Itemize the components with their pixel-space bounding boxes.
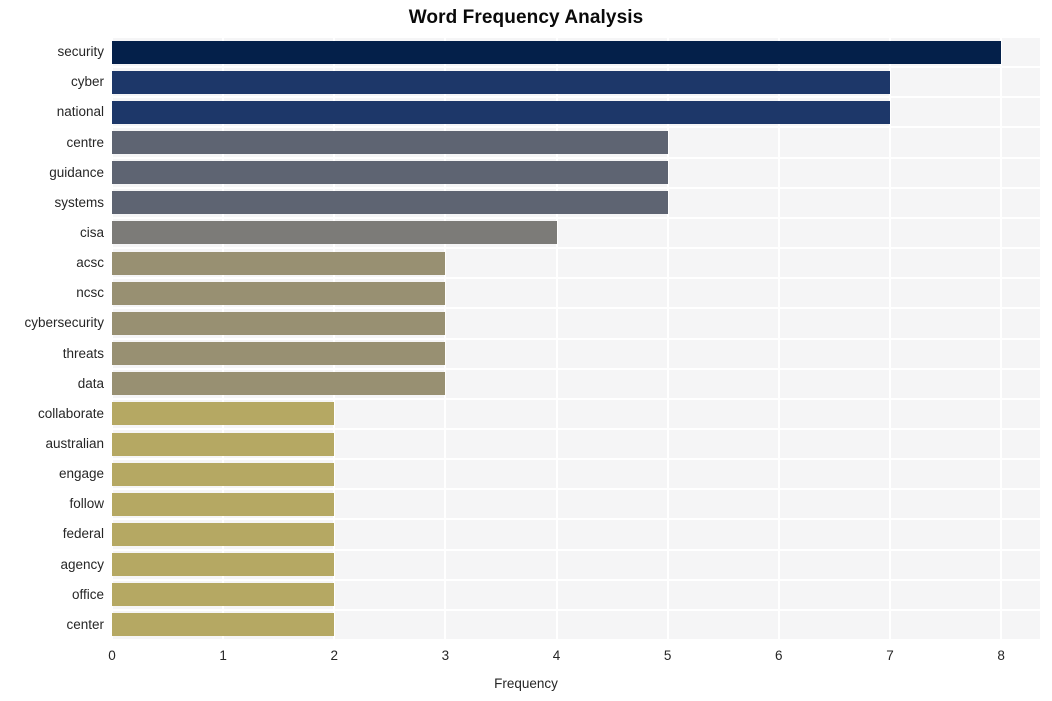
x-axis-title: Frequency [494,676,558,691]
bar[interactable] [112,161,668,185]
bar[interactable] [112,221,557,245]
y-tick-label: center [66,616,104,632]
y-tick-label: follow [69,496,104,512]
y-tick-label: security [57,44,104,60]
bar[interactable] [112,372,446,396]
x-tick-label: 2 [330,648,339,663]
y-tick-label: collaborate [37,405,104,421]
bar[interactable] [112,131,668,155]
x-tick-label: 1 [219,648,227,663]
bar[interactable] [112,191,668,215]
bar[interactable] [112,342,446,366]
y-tick-label: systems [54,194,104,210]
y-tick-label: data [77,375,104,391]
bar[interactable] [112,613,335,637]
bar[interactable] [112,583,335,607]
bar[interactable] [112,492,335,516]
x-tick-label: 7 [886,648,894,663]
bar[interactable] [112,522,335,546]
y-tick-label: australian [45,436,104,452]
y-tick-label: cyber [70,74,104,90]
y-axis-labels: security cyber national centre guidance syste… [0,37,104,640]
bar[interactable] [112,251,446,275]
plot-area [111,36,1040,641]
y-tick-label: guidance [49,164,104,180]
x-tick-label: 6 [775,648,783,663]
bar[interactable] [112,40,1002,64]
y-tick-label: threats [62,345,104,361]
bar[interactable] [112,70,890,94]
bar[interactable] [112,553,335,577]
bar[interactable] [112,281,446,305]
bar[interactable] [112,311,446,335]
y-tick-label: cisa [79,224,104,240]
x-axis-tick-labels: 0 1 2 3 4 5 6 7 8 [108,648,1040,668]
x-tick-label: 8 [997,648,1005,663]
x-tick-label: 0 [108,648,116,663]
y-tick-label: office [71,586,104,602]
bars-layer [112,37,1040,640]
y-tick-label: agency [60,556,104,572]
y-tick-label: acsc [76,255,104,271]
bar[interactable] [112,100,890,124]
x-tick-label: 3 [441,648,450,663]
y-tick-label: engage [58,466,104,482]
chart-title: Word Frequency Analysis [408,7,644,28]
x-tick-label: 5 [663,648,672,663]
y-tick-label: federal [62,526,104,542]
y-tick-label: ncsc [76,285,104,301]
y-tick-label: centre [66,134,104,150]
y-tick-label: national [56,104,104,120]
bar[interactable] [112,462,335,486]
bar[interactable] [112,402,335,426]
bar[interactable] [112,432,335,456]
x-tick-label: 4 [552,648,561,663]
y-tick-label: cybersecurity [24,315,104,331]
word-frequency-chart: Word Frequency Analysis security cyber nat… [0,0,1052,701]
